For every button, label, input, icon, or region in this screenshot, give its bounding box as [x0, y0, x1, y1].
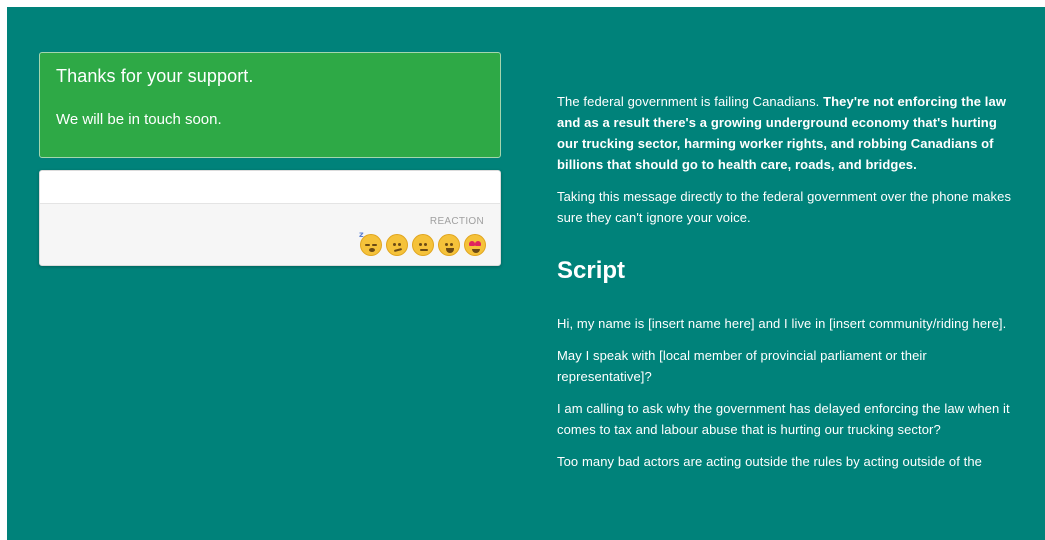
script-line: Hi, my name is [insert name here] and I … [557, 316, 1007, 331]
success-title: Thanks for your support. [56, 66, 254, 86]
heart-eyes-face-icon[interactable] [464, 234, 486, 256]
reaction-card-header [40, 171, 500, 204]
sleepy-face-icon[interactable]: z [359, 230, 382, 256]
script-line: I am calling to ask why the government h… [557, 401, 1010, 437]
reaction-card: REACTION z [39, 170, 501, 266]
reaction-label: REACTION [429, 216, 484, 227]
neutral-face-icon[interactable] [412, 234, 434, 256]
grinning-face-icon[interactable] [438, 234, 460, 256]
page-canvas: Thanks for your support. We will be in t… [7, 7, 1045, 540]
phone-message-paragraph: Taking this message directly to the fede… [557, 189, 1012, 225]
success-message: We will be in touch soon. [56, 111, 222, 128]
intro-plain-text: The federal government is failing Canadi… [557, 94, 824, 109]
success-message-box: Thanks for your support. We will be in t… [39, 52, 501, 158]
intro-paragraph: The federal government is failing Canadi… [557, 91, 1017, 175]
script-heading: Script [557, 257, 626, 284]
script-line: Too many bad actors are acting outside t… [557, 454, 982, 469]
reaction-emoji-row: z [359, 230, 486, 256]
campaign-content: The federal government is failing Canadi… [557, 91, 1017, 483]
script-line: May I speak with [local member of provin… [557, 348, 927, 384]
confused-face-icon[interactable] [386, 234, 408, 256]
